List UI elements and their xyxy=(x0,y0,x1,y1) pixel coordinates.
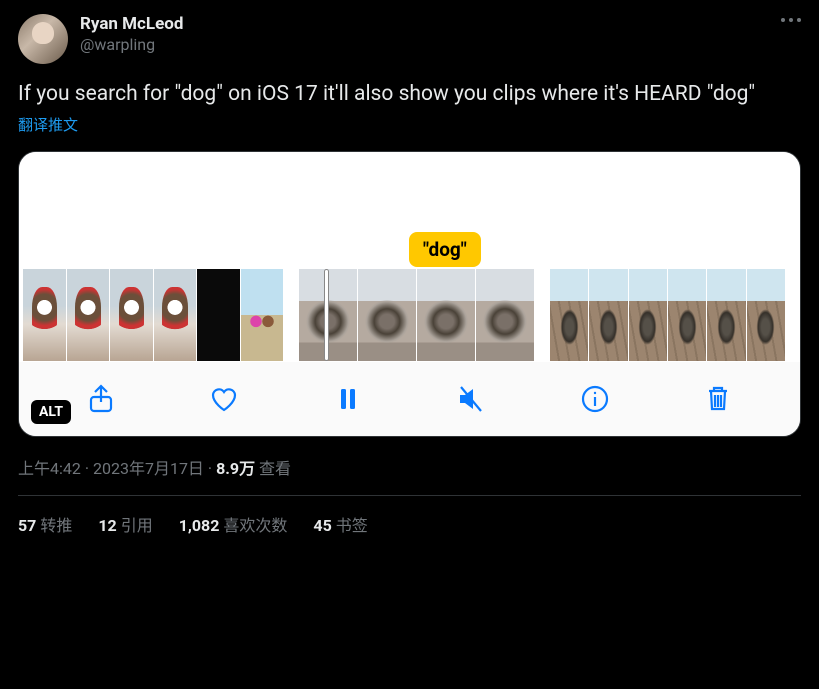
pause-icon[interactable] xyxy=(330,381,366,417)
video-scrubber[interactable] xyxy=(19,267,800,362)
author-names[interactable]: Ryan McLeod @warpling xyxy=(80,14,781,54)
thumbnail xyxy=(476,269,534,361)
display-name: Ryan McLeod xyxy=(80,14,781,34)
share-icon[interactable] xyxy=(83,381,119,417)
thumbnail xyxy=(67,269,110,361)
thumbnail xyxy=(197,269,240,361)
tweet-stats: 57转推 12引用 1,082喜欢次数 45书签 xyxy=(18,496,801,536)
mute-icon[interactable] xyxy=(453,381,489,417)
thumbnail xyxy=(23,269,66,361)
time[interactable]: 上午4:42 xyxy=(18,459,81,478)
thumbnail xyxy=(241,269,284,361)
thumbnail xyxy=(629,269,667,361)
media-toolbar xyxy=(19,362,800,436)
alt-badge[interactable]: ALT xyxy=(31,400,71,424)
avatar[interactable] xyxy=(18,14,68,64)
info-icon[interactable] xyxy=(577,381,613,417)
heart-icon[interactable] xyxy=(206,381,242,417)
translate-link[interactable]: 翻译推文 xyxy=(18,114,801,135)
playhead[interactable] xyxy=(324,269,329,361)
thumbnail xyxy=(707,269,745,361)
date[interactable]: 2023年7月17日 xyxy=(93,459,204,478)
thumbnail xyxy=(747,269,785,361)
thumbnail xyxy=(417,269,475,361)
thumbnail xyxy=(358,269,416,361)
trash-icon[interactable] xyxy=(700,381,736,417)
thumbnail xyxy=(668,269,706,361)
thumbnail xyxy=(550,269,588,361)
clip-group-1[interactable] xyxy=(23,269,283,361)
thumbnail xyxy=(110,269,153,361)
tweet-meta: 上午4:42 · 2023年7月17日 · 8.9万 查看 xyxy=(18,455,801,479)
clip-group-3[interactable] xyxy=(550,269,785,361)
thumbnail xyxy=(154,269,197,361)
views-count: 8.9万 xyxy=(216,459,255,478)
thumbnail xyxy=(589,269,627,361)
match-marker xyxy=(428,261,448,267)
views-label: 查看 xyxy=(259,459,291,478)
media-top: "dog" xyxy=(19,152,800,267)
stat-bookmarks[interactable]: 45书签 xyxy=(313,512,367,536)
more-button[interactable] xyxy=(781,14,801,22)
handle: @warpling xyxy=(80,35,781,54)
stat-quotes[interactable]: 12引用 xyxy=(98,512,152,536)
tweet: Ryan McLeod @warpling If you search for … xyxy=(0,0,819,536)
stat-likes[interactable]: 1,082喜欢次数 xyxy=(179,512,288,536)
tweet-text: If you search for "dog" on iOS 17 it'll … xyxy=(18,80,801,108)
media-card[interactable]: "dog" xyxy=(18,151,801,437)
tweet-header: Ryan McLeod @warpling xyxy=(18,14,801,64)
clip-group-2[interactable] xyxy=(299,269,534,361)
stat-retweets[interactable]: 57转推 xyxy=(18,512,72,536)
